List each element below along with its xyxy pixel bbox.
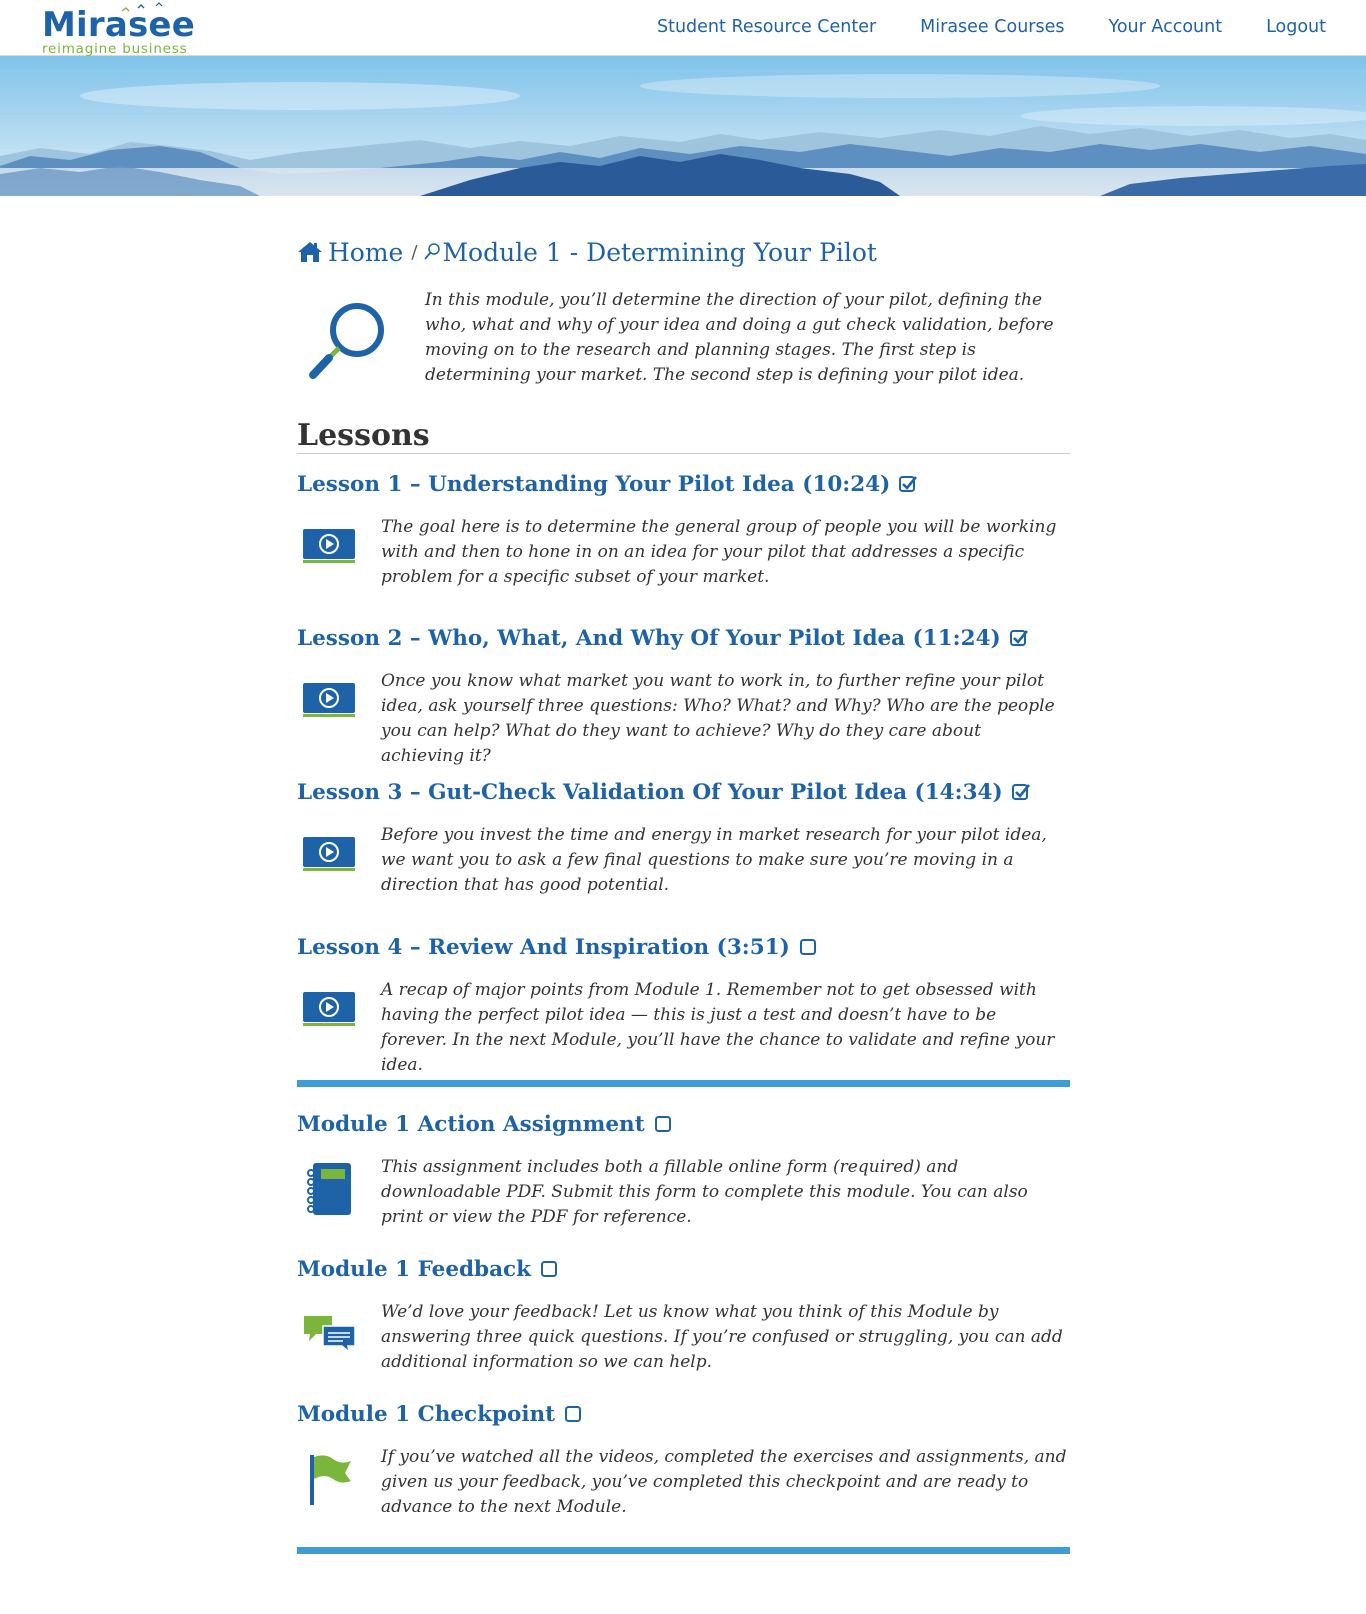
unchecked-checkbox-icon (654, 1116, 671, 1132)
flag-icon[interactable] (305, 1451, 353, 1507)
mountain-banner-image (0, 56, 1366, 196)
lesson-title-link[interactable]: Lesson 2 – Who, What, And Why Of Your Pi… (297, 626, 1001, 651)
mountain-banner (0, 56, 1366, 196)
lesson-item: Lesson 1 – Understanding Your Pilot Idea… (297, 469, 1070, 589)
nav-mirasee-courses[interactable]: Mirasee Courses (920, 17, 1064, 37)
checked-checkbox-icon (1011, 784, 1030, 800)
lesson-item: Lesson 3 – Gut-Check Validation Of Your … (297, 777, 1070, 897)
checkpoint-title-link[interactable]: Module 1 Checkpoint (297, 1402, 555, 1427)
breadcrumb-current-page: Module 1 - Determining Your Pilot (442, 237, 877, 267)
assignment-title-row[interactable]: Module 1 Action Assignment (297, 1109, 673, 1139)
lesson-description: Before you invest the time and energy in… (381, 825, 1047, 895)
magnifying-glass-icon (309, 303, 384, 379)
checked-checkbox-icon (1009, 630, 1028, 646)
feedback-item: Module 1 Feedback We’d love your feedbac… (297, 1254, 1070, 1374)
lesson-description: Once you know what market you want to wo… (381, 671, 1055, 766)
assignment-description: This assignment includes both a fillable… (381, 1157, 1028, 1227)
lesson-item: Lesson 4 – Review And Inspiration (3:51)… (297, 932, 1070, 1076)
section-divider (297, 1080, 1070, 1087)
assignment-title-link[interactable]: Module 1 Action Assignment (297, 1112, 645, 1137)
video-icon[interactable] (301, 527, 357, 567)
site-header: Mirasee reimagine business Student Resou… (0, 0, 1366, 56)
lesson-title-link[interactable]: Lesson 1 – Understanding Your Pilot Idea… (297, 472, 890, 497)
video-icon[interactable] (301, 835, 357, 875)
breadcrumb-separator: / (411, 241, 418, 263)
module-intro: In this module, you’ll determine the dir… (297, 288, 1070, 398)
feedback-title-row[interactable]: Module 1 Feedback (297, 1254, 559, 1284)
search-icon (424, 243, 441, 260)
unchecked-checkbox-icon (799, 939, 816, 955)
chat-bubbles-icon[interactable] (301, 1312, 357, 1352)
checked-checkbox-icon (899, 476, 918, 492)
main-nav: Student Resource Center Mirasee Courses … (657, 0, 1326, 54)
lesson-title-link[interactable]: Lesson 3 – Gut-Check Validation Of Your … (297, 780, 1003, 805)
feedback-title-link[interactable]: Module 1 Feedback (297, 1257, 531, 1282)
section-divider (297, 1547, 1070, 1554)
checkpoint-item: Module 1 Checkpoint If you’ve watched al… (297, 1399, 1070, 1519)
nav-your-account[interactable]: Your Account (1108, 17, 1222, 37)
nav-student-resource-center[interactable]: Student Resource Center (657, 17, 876, 37)
video-icon[interactable] (301, 681, 357, 721)
nav-logout[interactable]: Logout (1266, 17, 1326, 37)
feedback-description: We’d love your feedback! Let us know wha… (381, 1302, 1063, 1372)
lesson-title-row[interactable]: Lesson 3 – Gut-Check Validation Of Your … (297, 777, 1031, 807)
lesson-description: The goal here is to determine the genera… (381, 517, 1057, 587)
logo-tagline: reimagine business (42, 41, 188, 57)
unchecked-checkbox-icon (541, 1261, 558, 1277)
lesson-title-row[interactable]: Lesson 1 – Understanding Your Pilot Idea… (297, 469, 918, 499)
home-icon (298, 242, 322, 262)
logo-wordmark: Mirasee (42, 5, 195, 45)
module-intro-text: In this module, you’ll determine the dir… (425, 290, 1054, 385)
mirasee-logo[interactable]: Mirasee reimagine business (42, 2, 242, 57)
checkpoint-description: If you’ve watched all the videos, comple… (381, 1447, 1067, 1517)
unchecked-checkbox-icon (565, 1406, 582, 1422)
lesson-description: A recap of major points from Module 1. R… (381, 980, 1055, 1075)
lesson-title-row[interactable]: Lesson 4 – Review And Inspiration (3:51) (297, 932, 818, 962)
lesson-title-row[interactable]: Lesson 2 – Who, What, And Why Of Your Pi… (297, 623, 1029, 653)
video-icon[interactable] (301, 990, 357, 1030)
lesson-title-link[interactable]: Lesson 4 – Review And Inspiration (3:51) (297, 935, 790, 960)
assignment-item: Module 1 Action Assignment This assignme… (297, 1109, 1070, 1229)
lesson-item: Lesson 2 – Who, What, And Why Of Your Pi… (297, 623, 1070, 767)
breadcrumb-home-link[interactable]: Home (328, 238, 403, 267)
checkpoint-title-row[interactable]: Module 1 Checkpoint (297, 1399, 583, 1429)
notebook-icon[interactable] (305, 1161, 353, 1217)
breadcrumb: Home / Module 1 - Determining Your Pilot (297, 236, 877, 268)
lessons-heading: Lessons (297, 419, 1070, 454)
